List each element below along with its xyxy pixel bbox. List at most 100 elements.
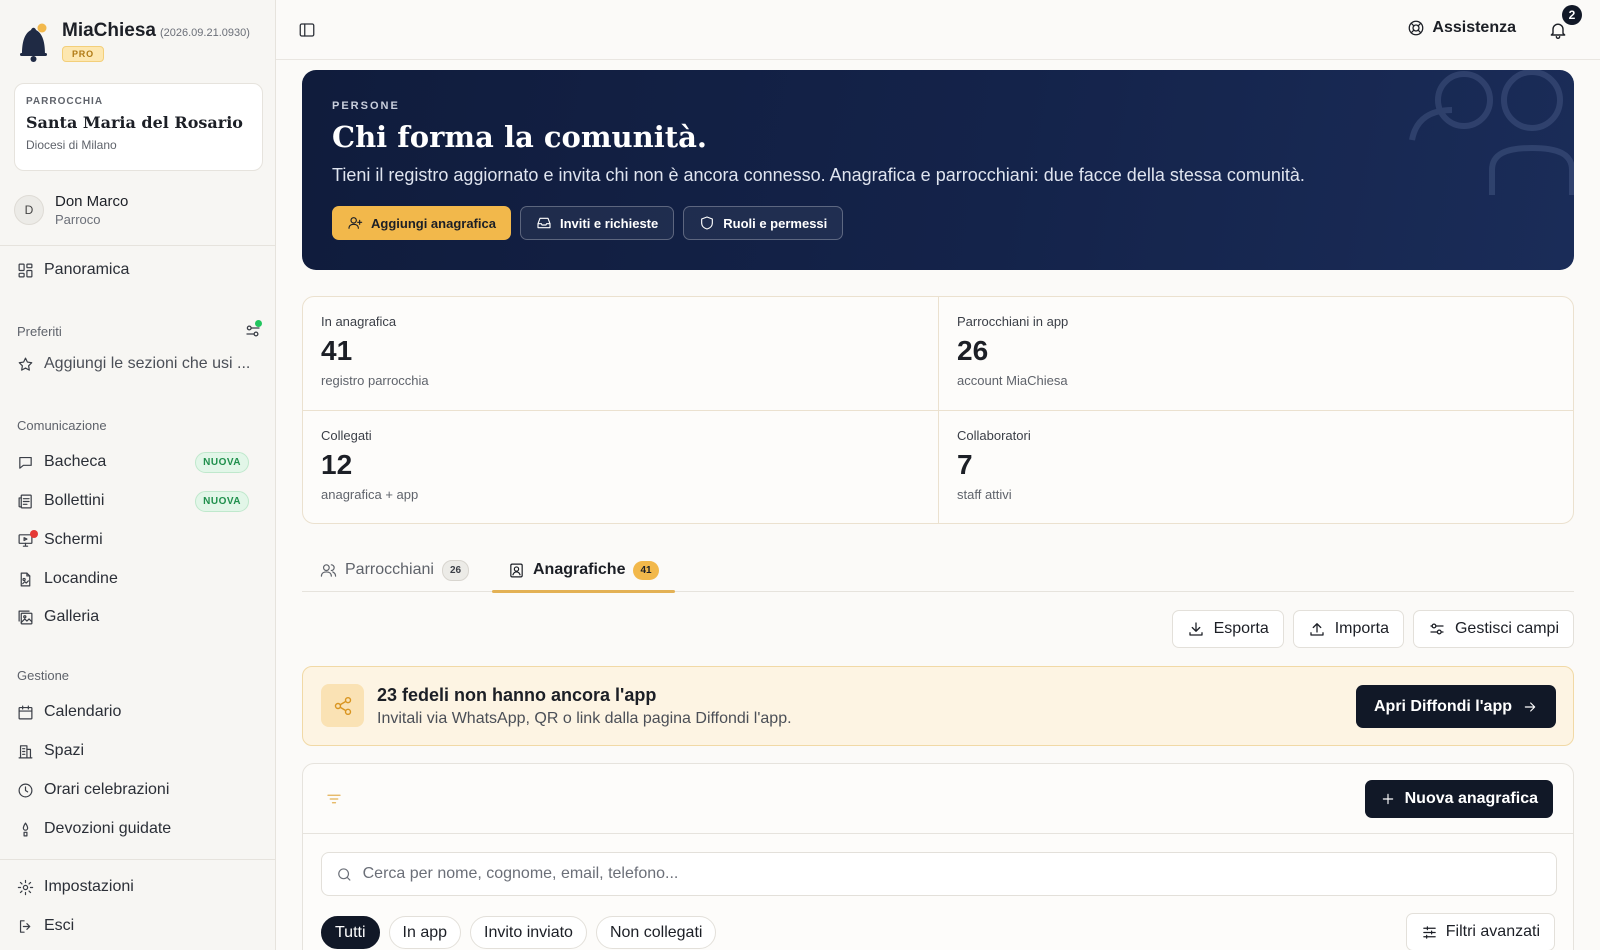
upload-icon (1310, 623, 1324, 636)
calendar-icon (18, 705, 33, 719)
favorites-hint[interactable]: Aggiungi le sezioni che usi ... (17, 352, 257, 376)
help-button[interactable]: Assistenza (1407, 19, 1516, 37)
stat-label: Collegati (321, 428, 372, 443)
invite-banner: 23 fedeli non hanno ancora l'app Invital… (302, 666, 1574, 746)
sidebar-item-label: Bollettini (44, 492, 105, 509)
topbar: Assistenza 2 (276, 0, 1600, 60)
import-label: Importa (1334, 620, 1389, 637)
tab-count-badge: 41 (633, 560, 659, 580)
stat-parishioners-in-app: Parrocchiani in app 26 account MiaChiesa (938, 297, 1573, 410)
sidebar-item-logout[interactable]: Esci (17, 914, 257, 938)
sidebar-item-label: Locandine (44, 570, 118, 587)
sidebar-item-overview[interactable]: Panoramica (17, 258, 257, 282)
user-name: Don Marco (55, 193, 129, 210)
sidebar-item-locandine[interactable]: Locandine (17, 567, 257, 591)
brand[interactable]: MiaChiesa (2026.09.21.0930) PRO (16, 20, 250, 62)
stat-value: 12 (321, 449, 353, 480)
filter-chip-not-linked[interactable]: Non collegati (595, 916, 717, 949)
sidebar-item-devozioni[interactable]: Devozioni guidate (17, 817, 257, 841)
sidebar-item-settings[interactable]: Impostazioni (17, 875, 257, 899)
building-icon (18, 744, 33, 758)
filter-chip-all[interactable]: Tutti (321, 916, 380, 949)
sliders-horizontal-icon (1422, 925, 1436, 939)
roles-button[interactable]: Ruoli e permessi (683, 206, 844, 240)
hero-title: Chi forma la comunità. (332, 120, 708, 154)
share-icon-box (321, 684, 364, 727)
sidebar-item-orari[interactable]: Orari celebrazioni (17, 778, 257, 802)
bell-logo-icon (20, 23, 47, 62)
stat-desc: anagrafica + app (321, 487, 419, 502)
sidebar-toggle-icon[interactable] (298, 21, 316, 39)
arrow-right-icon (1524, 701, 1536, 712)
download-icon (1188, 622, 1203, 636)
new-registry-label: Nuova anagrafica (1404, 790, 1538, 807)
status-dot (255, 320, 262, 327)
sidebar-item-label: Spazi (44, 742, 85, 759)
stat-label: Collaboratori (957, 428, 1031, 443)
user-plus-icon (348, 217, 363, 229)
filter-chip-in-app[interactable]: In app (388, 916, 462, 949)
roles-label: Ruoli e permessi (723, 215, 828, 231)
user-role: Parroco (55, 212, 101, 227)
sidebar-divider (0, 245, 275, 246)
advanced-filters-label: Filtri avanzati (1445, 923, 1540, 940)
stat-collaborators: Collaboratori 7 staff attivi (938, 410, 1573, 523)
hero-banner: PERSONE Chi forma la comunità. Tieni il … (302, 70, 1574, 270)
clock-icon (18, 783, 33, 797)
sidebar-item-label: Panoramica (44, 261, 130, 278)
gear-icon (17, 879, 34, 895)
add-registry-button[interactable]: Aggiungi anagrafica (332, 206, 511, 240)
sliders-icon (1430, 623, 1444, 635)
invites-label: Inviti e richieste (559, 215, 659, 231)
notifications-count-badge: 2 (1562, 5, 1582, 25)
sidebar-item-schermi[interactable]: Schermi (17, 528, 257, 552)
manage-fields-label: Gestisci campi (1454, 620, 1559, 637)
sidebar-item-calendario[interactable]: Calendario (17, 700, 257, 724)
list-header: Nuova anagrafica (303, 764, 1573, 834)
parish-card[interactable]: PARROCCHIA Santa Maria del Rosario Dioce… (14, 83, 263, 171)
filter-chip-invite-sent[interactable]: Invito inviato (470, 916, 587, 949)
registry-list-card: Nuova anagrafica Tutti In app Invito inv… (302, 763, 1574, 950)
sidebar-item-bacheca[interactable]: Bacheca NUOVA (17, 450, 257, 474)
hero-actions: Aggiungi anagrafica Inviti e richieste R… (332, 206, 844, 240)
manage-fields-button[interactable]: Gestisci campi (1412, 610, 1574, 648)
gallery-icon (18, 610, 33, 624)
users-icon (320, 563, 337, 577)
message-icon (19, 456, 32, 469)
sidebar-item-spazi[interactable]: Spazi (17, 739, 257, 763)
stat-value: 7 (957, 449, 973, 480)
sidebar-item-label: Orari celebrazioni (44, 781, 170, 798)
open-share-app-label: Apri Diffondi l'app (1373, 697, 1512, 715)
stat-linked: Collegati 12 anagrafica + app (303, 410, 938, 523)
filter-icon[interactable] (325, 790, 343, 808)
import-button[interactable]: Importa (1292, 610, 1404, 648)
search-input[interactable] (362, 865, 1542, 883)
stat-desc: account MiaChiesa (957, 373, 1068, 388)
new-badge: NUOVA (195, 451, 249, 473)
tabs: Parrocchiani 26 Anagrafiche 41 (302, 548, 1574, 593)
tab-registry[interactable]: Anagrafiche 41 (492, 548, 675, 593)
avatar: D (14, 195, 44, 225)
stat-label: Parrocchiani in app (957, 314, 1069, 329)
invites-button[interactable]: Inviti e richieste (519, 206, 675, 240)
search-field[interactable] (321, 852, 1557, 896)
parish-diocese: Diocesi di Milano (26, 138, 117, 152)
new-registry-button[interactable]: Nuova anagrafica (1364, 780, 1553, 818)
sidebar-divider (0, 859, 275, 860)
sidebar-item-label: Impostazioni (44, 878, 134, 895)
share-icon (334, 696, 351, 715)
stat-in-registry: In anagrafica 41 registro parrocchia (303, 297, 938, 410)
alert-dot (30, 529, 38, 538)
grid-icon (18, 263, 33, 277)
export-label: Esporta (1213, 620, 1269, 637)
sidebar-item-bollettini[interactable]: Bollettini NUOVA (17, 489, 257, 513)
user-profile[interactable]: D Don Marco Parroco (14, 193, 128, 227)
sidebar-item-label: Esci (44, 917, 75, 934)
advanced-filters-button[interactable]: Filtri avanzati (1405, 913, 1555, 950)
export-button[interactable]: Esporta (1171, 610, 1284, 648)
sidebar-item-galleria[interactable]: Galleria (17, 605, 257, 629)
open-share-app-button[interactable]: Apri Diffondi l'app (1355, 685, 1556, 728)
tab-parishioners[interactable]: Parrocchiani 26 (320, 548, 470, 592)
favorites-hint-label: Aggiungi le sezioni che usi ... (44, 355, 251, 372)
stats-grid: In anagrafica 41 registro parrocchia Par… (302, 296, 1574, 524)
